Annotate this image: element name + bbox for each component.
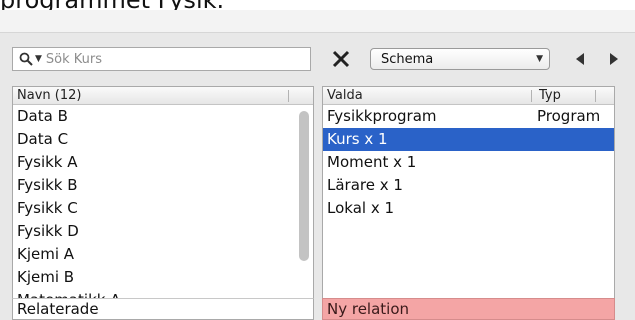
dropdown-caret-icon[interactable]: ▼	[35, 54, 42, 64]
course-list: Navn (12) Data B Data C Fysikk A Fysikk B Fy…	[12, 86, 314, 320]
course-list-item[interactable]: Data C	[13, 128, 313, 151]
row-name: Moment x 1	[327, 153, 417, 171]
column-divider	[531, 90, 532, 102]
course-list-item[interactable]: Fysikk B	[13, 174, 313, 197]
course-list-item[interactable]: Data B	[13, 105, 313, 128]
course-list-item[interactable]: Kjemi A	[13, 243, 313, 266]
chevron-down-icon: ▼	[536, 54, 543, 64]
toolbar-strip	[0, 10, 635, 33]
search-field[interactable]: ▼ Sök Kurs	[12, 47, 311, 71]
view-select[interactable]: Schema ▼	[370, 48, 550, 70]
row-name: Lärare x 1	[327, 176, 403, 194]
selected-list-row[interactable]: Lokal x 1	[323, 197, 614, 220]
related-button[interactable]: Relaterade	[12, 298, 314, 320]
course-list-item[interactable]: Fysikk A	[13, 151, 313, 174]
column-divider	[288, 90, 289, 102]
selected-list-row[interactable]: Fysikkprogram Program	[323, 105, 614, 128]
course-list-item[interactable]: Kjemi B	[13, 266, 313, 289]
selected-header-typ: Typ	[539, 88, 561, 103]
row-type: Program	[537, 107, 601, 125]
row-name: Fysikkprogram	[327, 107, 437, 125]
selected-list-row[interactable]: Moment x 1	[323, 151, 614, 174]
column-divider	[595, 90, 596, 102]
selected-list-row[interactable]: Kurs x 1	[323, 128, 614, 151]
arrow-right-icon[interactable]	[607, 50, 621, 68]
course-list-item[interactable]: Fysikk D	[13, 220, 313, 243]
new-relation-button[interactable]: Ny relation	[322, 298, 615, 320]
view-select-value: Schema	[381, 51, 434, 67]
selected-header-valda: Valda	[327, 88, 363, 103]
selected-list-header[interactable]: Valda Typ	[323, 87, 614, 105]
search-placeholder: Sök Kurs	[45, 51, 103, 67]
close-x-icon[interactable]	[330, 48, 352, 70]
row-name: Kurs x 1	[327, 130, 388, 148]
selected-list: Valda Typ Fysikkprogram Program Kurs x 1 Mo…	[322, 86, 615, 320]
course-list-header-label: Navn (12)	[17, 88, 82, 103]
arrow-left-icon[interactable]	[573, 50, 587, 68]
row-name: Lokal x 1	[327, 199, 395, 217]
course-list-header[interactable]: Navn (12)	[13, 87, 313, 105]
course-list-item[interactable]: Fysikk C	[13, 197, 313, 220]
course-list-scrollbar[interactable]	[299, 111, 309, 261]
selected-list-row[interactable]: Lärare x 1	[323, 174, 614, 197]
